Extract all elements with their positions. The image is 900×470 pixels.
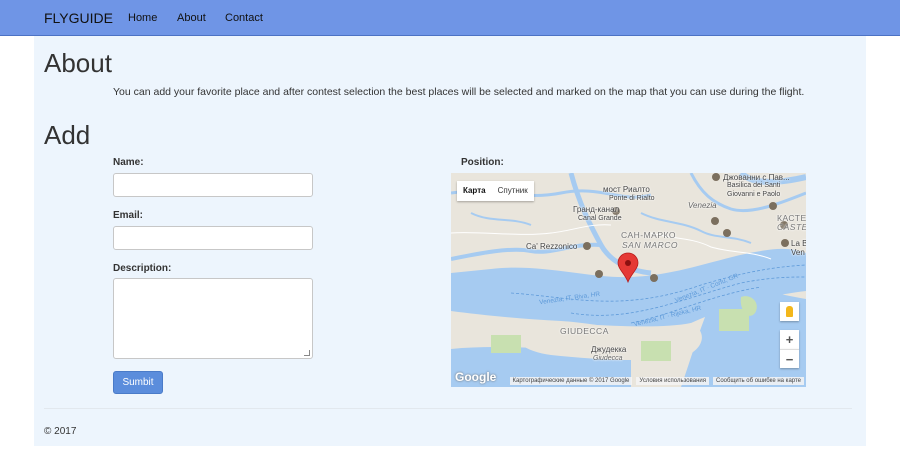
poi-icon xyxy=(711,217,719,225)
footer-divider xyxy=(44,408,852,409)
nav-link-about[interactable]: About xyxy=(177,12,206,24)
zoom-in-button[interactable]: + xyxy=(780,330,799,349)
navbar: FLYGUIDE Home About Contact xyxy=(0,0,900,36)
map-canvas xyxy=(451,173,806,387)
zoom-out-button[interactable]: − xyxy=(780,349,799,368)
submit-button[interactable]: Sumbit xyxy=(113,371,163,394)
poi-icon xyxy=(723,229,731,237)
about-heading: About xyxy=(44,48,112,78)
add-heading: Add xyxy=(44,120,91,150)
map-label-canal-grande: Гранд-канал xyxy=(573,205,620,214)
poi-ca-rezzonico-icon xyxy=(583,242,591,250)
poi-basilica-icon xyxy=(712,173,720,181)
map-label-san-marco-latin: SAN MARCO xyxy=(622,240,678,250)
street-view-pegman-icon[interactable] xyxy=(780,302,799,321)
map-label-giudecca-district: GIUDECCA xyxy=(560,326,609,336)
map-terms-link[interactable]: Условия использования xyxy=(636,377,710,385)
poi-icon xyxy=(650,274,658,282)
resize-handle-icon[interactable] xyxy=(304,350,310,356)
poi-icon xyxy=(781,239,789,247)
map-attribution: Картографические данные © 2017 Google Ус… xyxy=(451,375,806,387)
email-label: Email: xyxy=(113,210,144,221)
map-label-giudecca-latin: Giudecca xyxy=(593,355,623,362)
map-label-venezia: Venezia xyxy=(688,201,717,210)
email-input[interactable] xyxy=(113,226,313,250)
map-label-giudecca: Джудекка xyxy=(591,345,627,354)
map-label-basilica-2: Basilica dei Santi xyxy=(727,182,781,189)
map-label-canal-grande-latin: Canal Grande xyxy=(578,215,622,222)
description-textarea[interactable] xyxy=(113,278,313,359)
map-label-rialto-latin: Ponte di Rialto xyxy=(609,195,655,202)
map-label-ven: Ven xyxy=(791,248,805,257)
map-label-castello-latin: CASTE xyxy=(777,222,806,232)
map-label-la-b: La B xyxy=(791,239,806,248)
map-type-map-button[interactable]: Карта xyxy=(457,181,492,201)
brand-logo[interactable]: FLYGUIDE xyxy=(44,10,113,26)
map-type-satellite-button[interactable]: Спутник xyxy=(492,181,534,201)
map-label-ca-rezzonico: Ca' Rezzonico xyxy=(526,242,578,251)
poi-icon xyxy=(595,270,603,278)
nav-link-home[interactable]: Home xyxy=(128,12,157,24)
map-label-basilica-1: Джованни с Пав... xyxy=(723,173,790,182)
map-data-attribution: Картографические данные © 2017 Google xyxy=(509,377,633,385)
description-label: Description: xyxy=(113,263,172,274)
name-label: Name: xyxy=(113,157,144,168)
position-label: Position: xyxy=(461,157,504,168)
about-text: You can add your favorite place and afte… xyxy=(113,86,805,98)
footer-copyright: © 2017 xyxy=(44,426,77,437)
map-label-rialto: мост Риалто xyxy=(603,185,650,194)
map[interactable]: Карта Спутник мост Риалто Ponte di Rialt… xyxy=(451,173,806,387)
nav-link-contact[interactable]: Contact xyxy=(225,12,263,24)
map-report-link[interactable]: Сообщить об ошибке на карте xyxy=(713,377,804,385)
poi-icon xyxy=(769,202,777,210)
map-label-basilica-3: Giovanni e Paolo xyxy=(727,191,781,198)
map-type-control: Карта Спутник xyxy=(457,181,534,201)
name-input[interactable] xyxy=(113,173,313,197)
map-label-san-marco: САН-МАРКО xyxy=(621,230,676,240)
